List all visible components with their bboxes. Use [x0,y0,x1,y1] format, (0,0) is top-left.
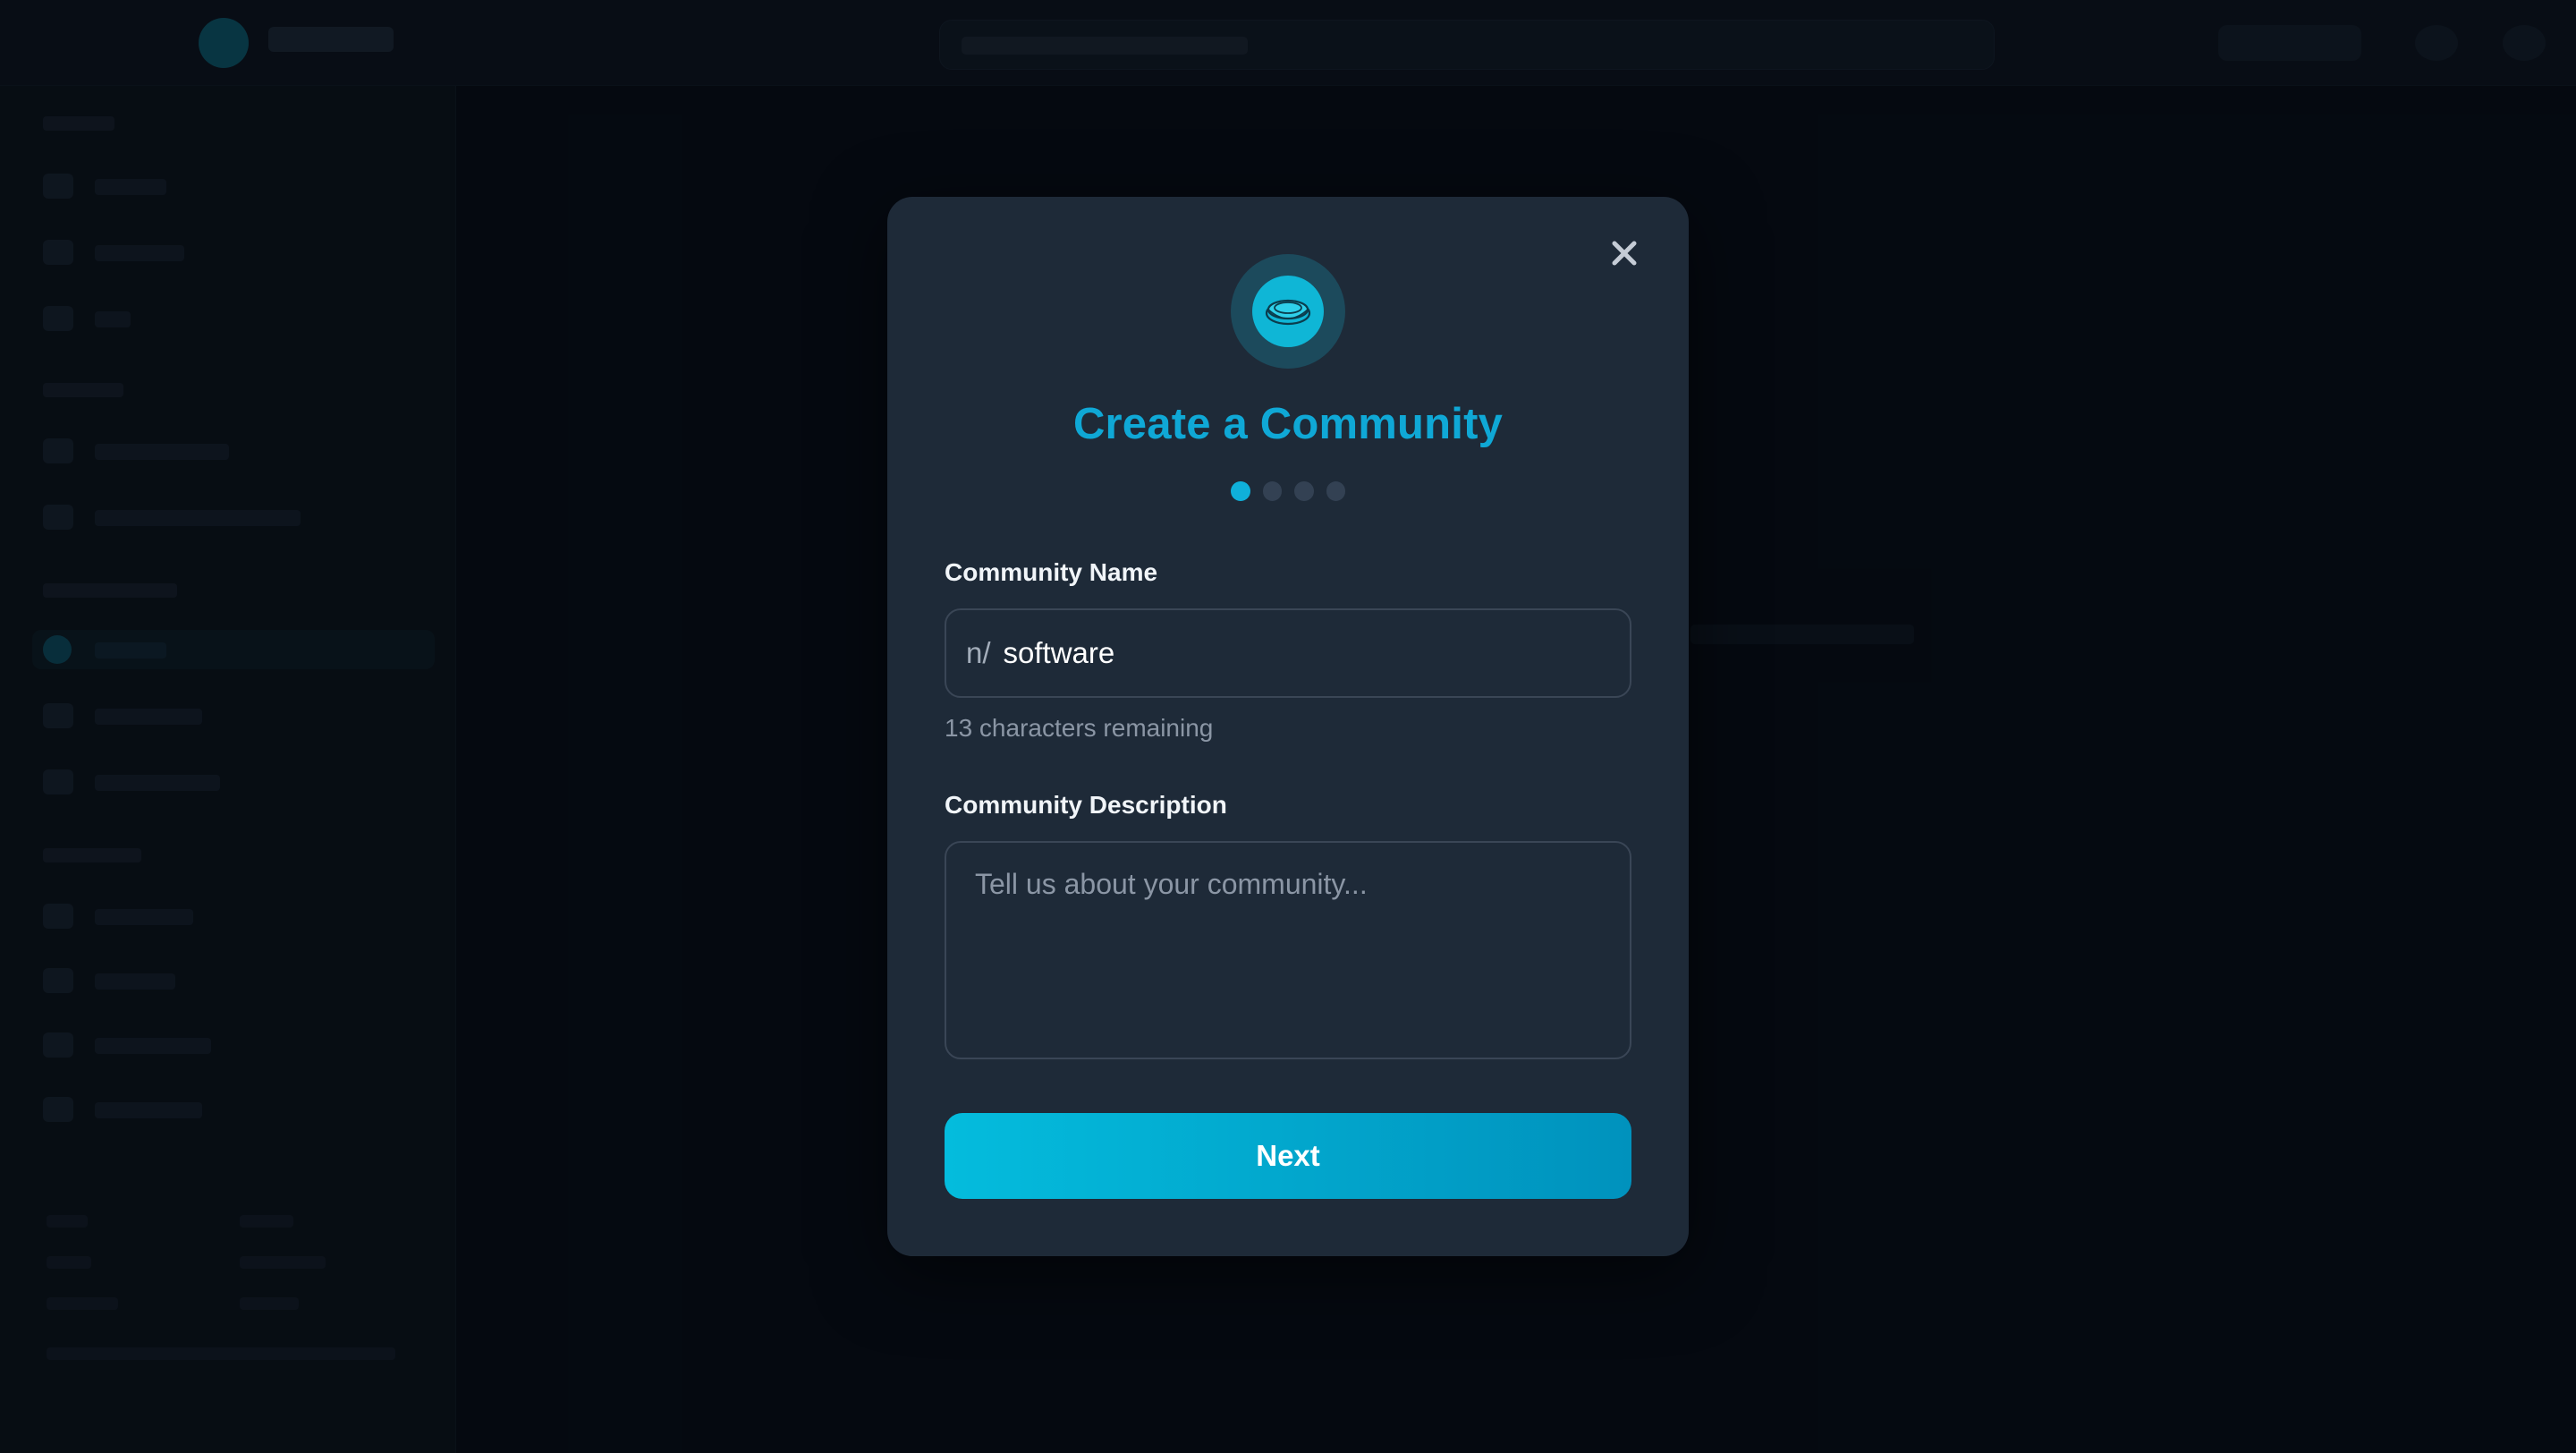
close-icon [1612,241,1637,266]
step-dot-2 [1262,481,1282,501]
next-button[interactable]: Next [945,1113,1631,1199]
step-dot-1-active [1231,481,1250,501]
community-name-input[interactable] [1003,626,1630,680]
modal-title: Create a Community [1072,400,1504,448]
step-dot-3 [1294,481,1314,501]
characters-remaining-hint: 13 characters remaining [945,714,1214,742]
step-indicator [1231,481,1345,501]
community-name-label: Community Name [945,558,1158,586]
community-disc-icon [1252,276,1324,347]
step-dot-4 [1326,481,1345,501]
name-prefix: n/ [966,636,991,669]
create-community-modal: Create a Community Community Name n/ 13 … [887,197,1689,1256]
close-button[interactable] [1606,234,1643,272]
community-description-label: Community Description [945,791,1227,819]
community-name-field[interactable]: n/ [945,608,1631,698]
community-hero-badge [1231,254,1345,369]
community-description-input[interactable] [945,841,1631,1059]
